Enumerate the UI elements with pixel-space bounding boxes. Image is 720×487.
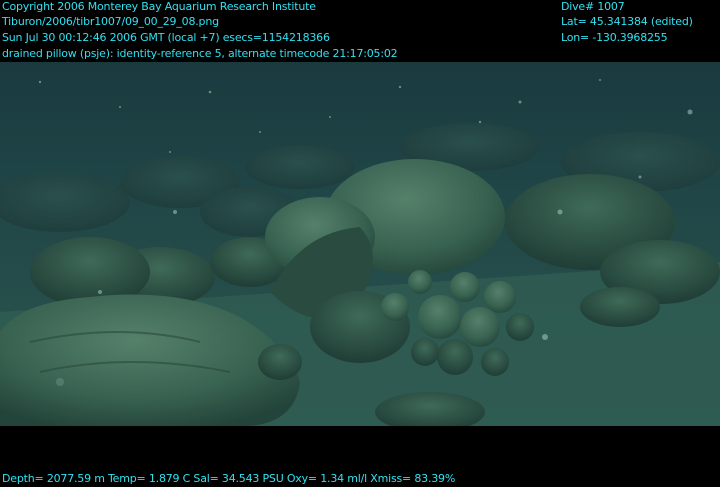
seafloor-photo [0,62,720,426]
sensor-readout: Depth= 2077.59 m Temp= 1.879 C Sal= 34.5… [2,472,456,485]
copyright-text: Copyright 2006 Monterey Bay Aquarium Res… [2,0,316,13]
file-path-text: Tiburon/2006/tibr1007/09_00_29_08.png [2,15,219,28]
annotation-text: drained pillow (psje): identity-referenc… [2,47,398,60]
longitude-text: Lon= -130.3968255 [561,31,668,44]
latitude-text: Lat= 45.341384 (edited) [561,15,693,28]
timestamp-text: Sun Jul 30 00:12:46 2006 GMT (local +7) … [2,31,330,44]
dive-number: Dive# 1007 [561,0,625,13]
